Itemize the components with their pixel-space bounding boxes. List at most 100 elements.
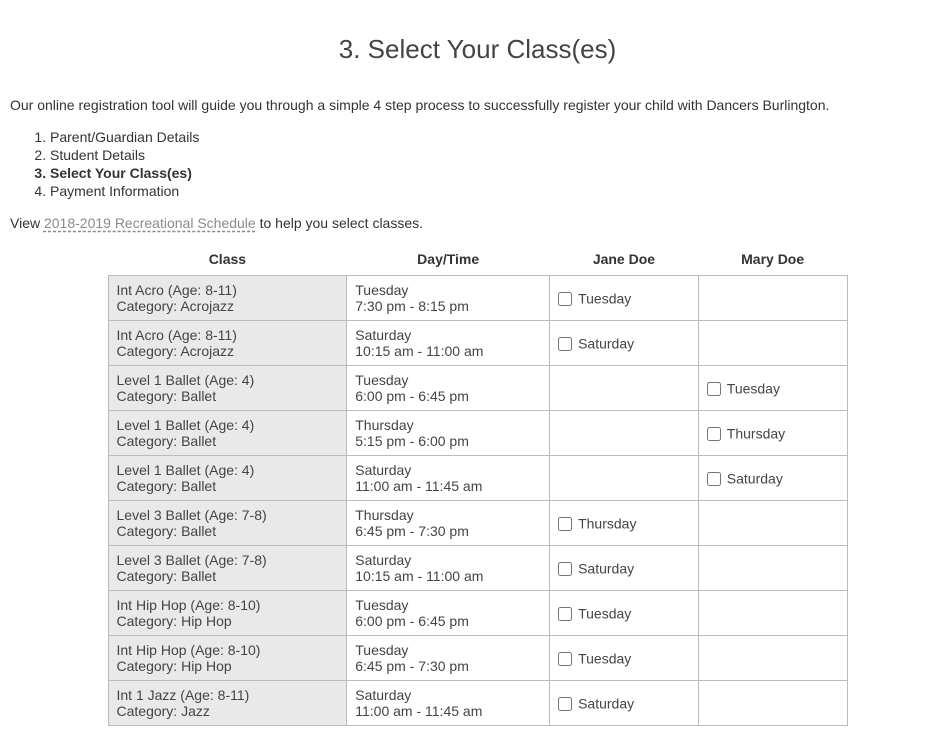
class-category: Category: Hip Hop bbox=[117, 658, 339, 674]
student-2-cell: Tuesday bbox=[698, 366, 847, 411]
student-1-cell: Tuesday bbox=[550, 591, 699, 636]
class-cell: Int Hip Hop (Age: 8-10)Category: Hip Hop bbox=[108, 636, 347, 681]
class-select-checkbox[interactable] bbox=[707, 382, 721, 396]
class-name: Int 1 Jazz (Age: 8-11) bbox=[117, 687, 339, 703]
class-name: Int Hip Hop (Age: 8-10) bbox=[117, 597, 339, 613]
student-1-cell bbox=[550, 456, 699, 501]
class-name: Int Acro (Age: 8-11) bbox=[117, 282, 339, 298]
class-name: Int Hip Hop (Age: 8-10) bbox=[117, 642, 339, 658]
class-name: Int Acro (Age: 8-11) bbox=[117, 327, 339, 343]
class-select-checkbox[interactable] bbox=[558, 292, 572, 306]
student-1-cell: Thursday bbox=[550, 501, 699, 546]
daytime-cell: Tuesday6:00 pm - 6:45 pm bbox=[347, 366, 550, 411]
student-1-cell: Saturday bbox=[550, 546, 699, 591]
class-category: Category: Ballet bbox=[117, 478, 339, 494]
daytime-cell: Saturday10:15 am - 11:00 am bbox=[347, 321, 550, 366]
class-cell: Int Acro (Age: 8-11)Category: Acrojazz bbox=[108, 321, 347, 366]
class-name: Level 3 Ballet (Age: 7-8) bbox=[117, 552, 339, 568]
student-2-cell: Saturday bbox=[698, 456, 847, 501]
checkbox-day-label: Thursday bbox=[578, 516, 636, 532]
checkbox-day-label: Saturday bbox=[578, 696, 634, 712]
student-1-cell bbox=[550, 366, 699, 411]
class-cell: Level 1 Ballet (Age: 4)Category: Ballet bbox=[108, 411, 347, 456]
class-category: Category: Ballet bbox=[117, 433, 339, 449]
table-row: Int 1 Jazz (Age: 8-11)Category: JazzSatu… bbox=[108, 681, 847, 726]
class-select-checkbox[interactable] bbox=[558, 697, 572, 711]
day-label: Tuesday bbox=[355, 642, 541, 658]
class-select-checkbox[interactable] bbox=[707, 472, 721, 486]
header-student-2: Mary Doe bbox=[698, 247, 847, 276]
class-cell: Int 1 Jazz (Age: 8-11)Category: Jazz bbox=[108, 681, 347, 726]
table-row: Level 3 Ballet (Age: 7-8)Category: Balle… bbox=[108, 501, 847, 546]
schedule-link[interactable]: 2018-2019 Recreational Schedule bbox=[44, 215, 256, 231]
class-select-checkbox[interactable] bbox=[707, 427, 721, 441]
header-daytime: Day/Time bbox=[347, 247, 550, 276]
class-cell: Int Acro (Age: 8-11)Category: Acrojazz bbox=[108, 276, 347, 321]
time-label: 11:00 am - 11:45 am bbox=[355, 478, 541, 494]
checkbox-day-label: Tuesday bbox=[727, 381, 780, 397]
day-label: Thursday bbox=[355, 507, 541, 523]
daytime-cell: Saturday11:00 am - 11:45 am bbox=[347, 681, 550, 726]
class-category: Category: Acrojazz bbox=[117, 343, 339, 359]
checkbox-day-label: Saturday bbox=[727, 471, 783, 487]
header-class: Class bbox=[108, 247, 347, 276]
class-name: Level 1 Ballet (Age: 4) bbox=[117, 462, 339, 478]
class-cell: Level 3 Ballet (Age: 7-8)Category: Balle… bbox=[108, 501, 347, 546]
student-2-cell bbox=[698, 321, 847, 366]
table-row: Level 1 Ballet (Age: 4)Category: Ballet S… bbox=[108, 456, 847, 501]
class-select-checkbox[interactable] bbox=[558, 562, 572, 576]
student-1-cell bbox=[550, 411, 699, 456]
class-category: Category: Ballet bbox=[117, 568, 339, 584]
class-select-checkbox[interactable] bbox=[558, 607, 572, 621]
student-2-cell bbox=[698, 636, 847, 681]
schedule-help: View 2018-2019 Recreational Schedule to … bbox=[10, 215, 935, 231]
student-2-cell: Thursday bbox=[698, 411, 847, 456]
time-label: 6:00 pm - 6:45 pm bbox=[355, 388, 541, 404]
table-row: Level 3 Ballet (Age: 7-8)Category: Balle… bbox=[108, 546, 847, 591]
time-label: 6:45 pm - 7:30 pm bbox=[355, 523, 541, 539]
daytime-cell: Thursday6:45 pm - 7:30 pm bbox=[347, 501, 550, 546]
time-label: 5:15 pm - 6:00 pm bbox=[355, 433, 541, 449]
checkbox-day-label: Saturday bbox=[578, 561, 634, 577]
daytime-cell: Thursday5:15 pm - 6:00 pm bbox=[347, 411, 550, 456]
step-item: Parent/Guardian Details bbox=[50, 129, 935, 145]
table-row: Int Hip Hop (Age: 8-10)Category: Hip Hop… bbox=[108, 636, 847, 681]
class-select-checkbox[interactable] bbox=[558, 652, 572, 666]
checkbox-day-label: Saturday bbox=[578, 336, 634, 352]
page-title: 3. Select Your Class(es) bbox=[10, 34, 935, 65]
step-item: Student Details bbox=[50, 147, 935, 163]
student-2-cell bbox=[698, 546, 847, 591]
class-cell: Level 1 Ballet (Age: 4)Category: Ballet bbox=[108, 456, 347, 501]
student-1-cell: Saturday bbox=[550, 681, 699, 726]
time-label: 10:15 am - 11:00 am bbox=[355, 343, 541, 359]
schedule-suffix: to help you select classes. bbox=[256, 215, 423, 231]
step-item-active: Select Your Class(es) bbox=[50, 165, 935, 181]
checkbox-day-label: Tuesday bbox=[578, 291, 631, 307]
class-category: Category: Ballet bbox=[117, 388, 339, 404]
class-cell: Level 3 Ballet (Age: 7-8)Category: Balle… bbox=[108, 546, 347, 591]
class-category: Category: Acrojazz bbox=[117, 298, 339, 314]
class-select-checkbox[interactable] bbox=[558, 337, 572, 351]
class-category: Category: Hip Hop bbox=[117, 613, 339, 629]
student-2-cell bbox=[698, 681, 847, 726]
student-1-cell: Saturday bbox=[550, 321, 699, 366]
class-name: Level 1 Ballet (Age: 4) bbox=[117, 372, 339, 388]
day-label: Tuesday bbox=[355, 282, 541, 298]
student-2-cell bbox=[698, 276, 847, 321]
header-student-1: Jane Doe bbox=[550, 247, 699, 276]
step-item: Payment Information bbox=[50, 183, 935, 199]
checkbox-day-label: Thursday bbox=[727, 426, 785, 442]
time-label: 11:00 am - 11:45 am bbox=[355, 703, 541, 719]
class-name: Level 3 Ballet (Age: 7-8) bbox=[117, 507, 339, 523]
class-select-checkbox[interactable] bbox=[558, 517, 572, 531]
time-label: 6:45 pm - 7:30 pm bbox=[355, 658, 541, 674]
daytime-cell: Tuesday6:00 pm - 6:45 pm bbox=[347, 591, 550, 636]
student-2-cell bbox=[698, 501, 847, 546]
checkbox-day-label: Tuesday bbox=[578, 651, 631, 667]
day-label: Tuesday bbox=[355, 597, 541, 613]
table-row: Level 1 Ballet (Age: 4)Category: BalletT… bbox=[108, 411, 847, 456]
table-row: Int Acro (Age: 8-11)Category: Acrojazz Tu… bbox=[108, 276, 847, 321]
time-label: 7:30 pm - 8:15 pm bbox=[355, 298, 541, 314]
step-list: Parent/Guardian Details Student Details … bbox=[10, 129, 935, 199]
intro-text: Our online registration tool will guide … bbox=[10, 97, 935, 113]
